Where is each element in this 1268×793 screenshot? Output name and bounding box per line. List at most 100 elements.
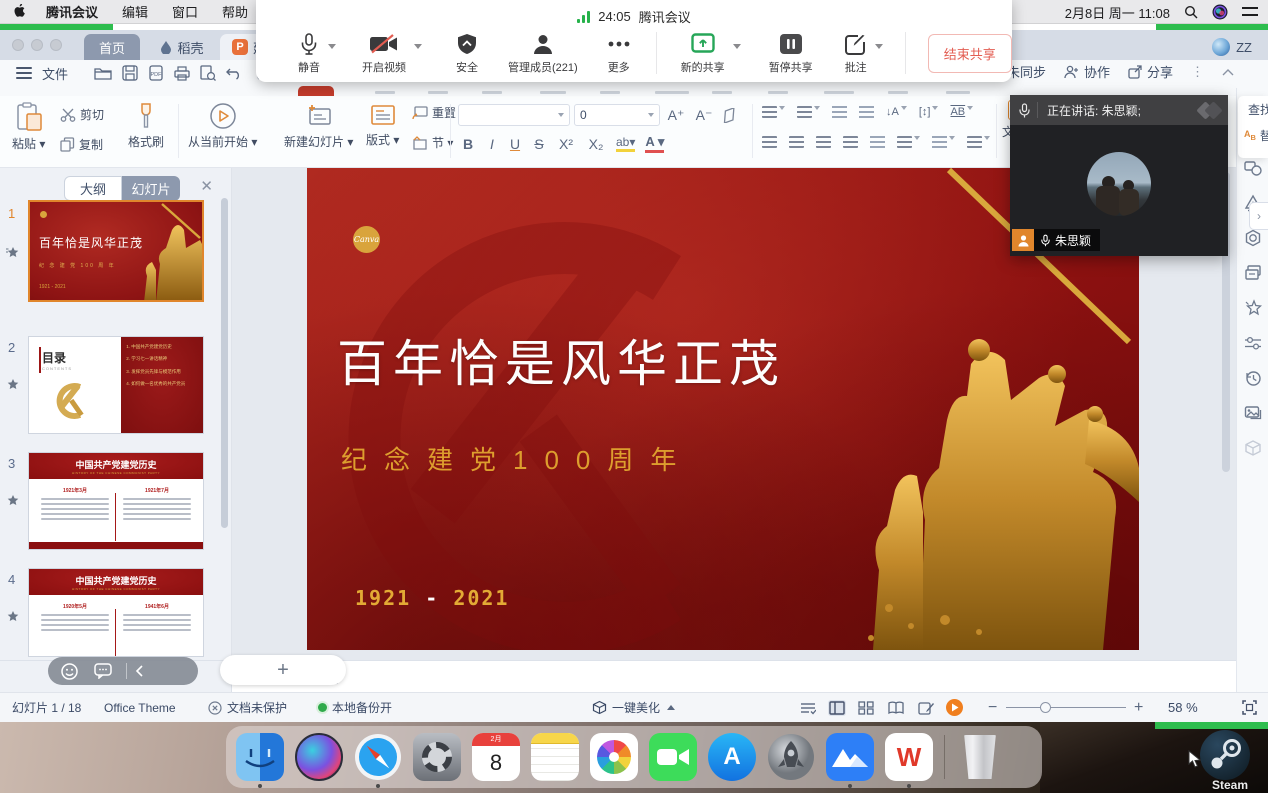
notes-toggle-icon[interactable] (800, 701, 816, 715)
char-spacing-icon[interactable]: AB (950, 106, 973, 118)
text-direction-icon[interactable]: ↓A (886, 106, 907, 118)
apple-menu-icon[interactable] (14, 4, 28, 20)
traffic-zoom-button[interactable] (50, 39, 62, 51)
paste-button[interactable]: 粘贴 ▾ (12, 102, 45, 152)
strikethrough-icon[interactable]: S (532, 136, 546, 152)
start-video-button[interactable]: 开启视频 (362, 32, 406, 75)
user-account[interactable]: ZZ (1212, 38, 1252, 56)
hamburger-menu-icon[interactable] (16, 64, 32, 82)
bold-icon[interactable]: B (460, 136, 476, 152)
slide-thumbnail-3[interactable]: 中国共产党建党历史 HISTORY OF THE CHINESE COMMUNI… (28, 452, 204, 550)
slide-sorter-icon[interactable] (858, 701, 874, 715)
theme-name[interactable]: Office Theme (104, 701, 176, 715)
highlight-color-icon[interactable]: ab▾ (616, 135, 635, 152)
dock-item-photos[interactable] (590, 733, 638, 781)
superscript-icon[interactable]: X² (556, 136, 576, 152)
tab-outline[interactable]: 大纲 (64, 176, 122, 201)
tab-docer[interactable]: 稻壳 (150, 34, 214, 60)
dock-item-settings[interactable] (413, 733, 461, 781)
dock-item-calendar[interactable]: 2月 8 (472, 733, 520, 781)
panel-close-icon[interactable]: ✕ (200, 179, 213, 194)
font-color-icon[interactable]: A ▾ (645, 134, 664, 153)
dock-item-trash[interactable] (956, 733, 1004, 781)
mute-button[interactable]: 静音 (298, 32, 320, 75)
subscript-icon[interactable]: X₂ (586, 136, 606, 152)
tab-home[interactable]: 首页 (84, 34, 140, 60)
annotate-dropdown-icon[interactable] (875, 44, 883, 49)
smart-spacing-icon[interactable] (967, 136, 990, 148)
spotlight-search-icon[interactable] (1184, 5, 1198, 19)
beautify-button[interactable]: 一键美化 (592, 699, 675, 716)
new-slide-button[interactable]: 新建幻灯片 ▾ (284, 102, 353, 150)
normal-view-icon[interactable] (828, 700, 846, 716)
font-family-select[interactable] (458, 104, 570, 126)
paragraph-spacing-icon[interactable] (932, 136, 955, 148)
increase-font-icon[interactable]: A⁺ (664, 107, 688, 124)
play-from-current-button[interactable]: 从当前开始 ▾ (188, 102, 257, 150)
clear-format-icon[interactable] (720, 108, 738, 123)
menu-help[interactable]: 帮助 (222, 2, 248, 21)
dock-item-launchpad[interactable] (767, 733, 815, 781)
notes-bar[interactable]: + 单击此处添加备注 (0, 660, 1236, 692)
increase-indent-icon[interactable] (859, 106, 874, 118)
more-options-icon[interactable]: ⋮ (1191, 64, 1204, 80)
object-layers-icon[interactable] (1244, 264, 1262, 282)
slide-years[interactable]: 1921 - 2021 (355, 586, 509, 610)
italic-icon[interactable]: I (486, 136, 498, 152)
slide-thumbnail-2[interactable]: 目录 CONTENTS 1. 中国共产党建党历史 2. 学习七一讲话精神 3. … (28, 336, 204, 434)
dock-item-tencent-meeting[interactable] (826, 733, 874, 781)
dock-item-facetime[interactable] (649, 733, 697, 781)
share-button[interactable]: 分享 (1128, 62, 1173, 81)
dock-item-notes[interactable] (531, 733, 579, 781)
new-slide-plus-button[interactable]: + (220, 655, 346, 685)
theme-settings-icon[interactable] (1244, 229, 1262, 247)
align-right-icon[interactable] (816, 136, 831, 148)
resource-box-icon[interactable] (1244, 439, 1262, 457)
section-button[interactable]: 节 ▾ (412, 134, 453, 151)
replace-button[interactable]: AB 替换 (1238, 122, 1268, 148)
collaborate-button[interactable]: 协作 (1064, 62, 1110, 81)
chat-icon[interactable] (94, 663, 112, 679)
zoom-in-icon[interactable]: + (1134, 699, 1143, 717)
dock-item-safari[interactable] (354, 733, 402, 781)
backup-status[interactable]: 本地备份开 (318, 699, 392, 716)
file-menu[interactable]: 文件 (42, 64, 68, 83)
dock-item-app-store[interactable]: A (708, 733, 756, 781)
zoom-knob[interactable] (1040, 702, 1051, 713)
panel-expand-handle[interactable]: › (1249, 202, 1268, 230)
save-icon[interactable] (122, 65, 138, 81)
shapes-icon[interactable] (1244, 159, 1262, 177)
decrease-font-icon[interactable]: A⁻ (692, 107, 716, 124)
zoom-level[interactable]: 58 % (1168, 700, 1198, 715)
fit-screen-icon[interactable] (1242, 700, 1257, 715)
align-center-icon[interactable] (789, 136, 804, 148)
menu-app-name[interactable]: 腾讯会议 (46, 2, 98, 21)
siri-icon[interactable] (1212, 4, 1228, 20)
protection-status[interactable]: 文档未保护 (208, 699, 287, 716)
meeting-video-window[interactable]: 正在讲话: 朱思颖; 朱思颖 (1010, 95, 1228, 256)
reading-view-icon[interactable] (888, 701, 904, 715)
menu-clock[interactable]: 2月8日 周一 11:08 (1065, 3, 1170, 22)
play-slideshow-button[interactable] (946, 699, 963, 716)
cut-button[interactable]: 剪切 (60, 106, 104, 123)
menu-window[interactable]: 窗口 (172, 2, 198, 21)
underline-icon[interactable]: U (508, 136, 522, 152)
pause-share-button[interactable]: 暂停共享 (769, 32, 813, 75)
slide-subtitle[interactable]: 纪念建党100周年 (341, 440, 693, 477)
history-version-icon[interactable] (1244, 369, 1262, 387)
zoom-slider[interactable] (1006, 707, 1126, 708)
copy-button[interactable]: 复制 (60, 136, 103, 153)
format-painter-button[interactable]: 格式刷 (128, 102, 164, 150)
collapse-pill-icon[interactable] (135, 665, 143, 677)
font-size-select[interactable]: 0 (574, 104, 660, 126)
undo-icon[interactable] (226, 66, 243, 80)
more-button[interactable]: 更多 (608, 32, 630, 75)
security-button[interactable]: 安全 (456, 32, 478, 75)
tab-slides[interactable]: 幻灯片 (122, 176, 180, 201)
video-dropdown-icon[interactable] (414, 44, 422, 49)
decrease-indent-icon[interactable] (832, 106, 847, 118)
adjust-sliders-icon[interactable] (1244, 334, 1262, 352)
mute-dropdown-icon[interactable] (328, 44, 336, 49)
bullets-icon[interactable] (762, 106, 785, 118)
emoji-reaction-icon[interactable] (61, 663, 78, 680)
